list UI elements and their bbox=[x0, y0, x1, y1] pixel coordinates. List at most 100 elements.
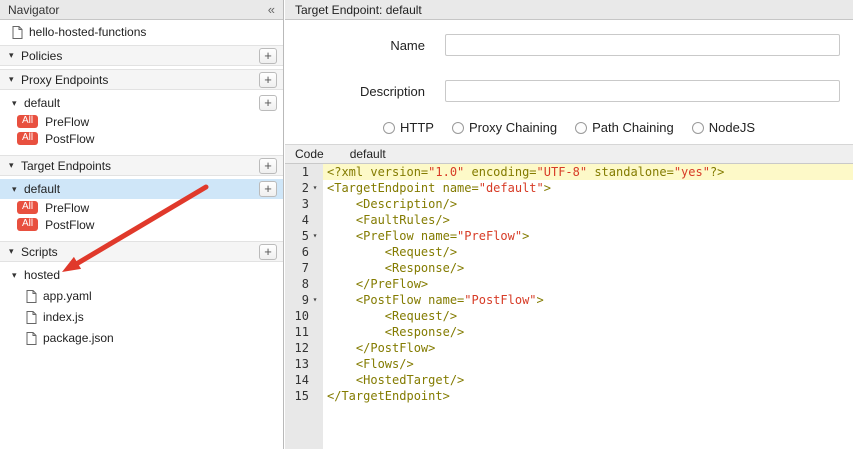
tree-item-hosted-folder[interactable]: ▾ hosted bbox=[0, 266, 283, 284]
code-line[interactable]: <PreFlow name="PreFlow"> bbox=[323, 228, 853, 244]
section-label: Proxy Endpoints bbox=[21, 73, 108, 87]
tree-item-bundle[interactable]: hello-hosted-functions bbox=[0, 22, 283, 42]
fold-toggle-icon[interactable]: ▾ bbox=[309, 180, 321, 196]
code-line[interactable]: </PreFlow> bbox=[323, 276, 853, 292]
code-line[interactable]: <?xml version="1.0" encoding="UTF-8" sta… bbox=[323, 164, 853, 180]
flow-label: PostFlow bbox=[45, 218, 94, 232]
endpoint-type-radios: HTTP Proxy Chaining Path Chaining NodeJS bbox=[285, 120, 853, 135]
radio-label: Proxy Chaining bbox=[469, 120, 557, 135]
line-number: 13 bbox=[285, 356, 309, 372]
collapse-panel-icon[interactable]: « bbox=[268, 3, 275, 16]
tree-item-target-endpoint-default[interactable]: ▾ default + bbox=[0, 179, 283, 199]
add-target-endpoint-button[interactable]: + bbox=[259, 158, 277, 174]
section-label: Policies bbox=[21, 49, 62, 63]
code-line[interactable]: <HostedTarget/> bbox=[323, 372, 853, 388]
fold-toggle-icon bbox=[309, 164, 321, 180]
code-line[interactable]: <FaultRules/> bbox=[323, 212, 853, 228]
radio-proxy-chaining[interactable]: Proxy Chaining bbox=[452, 120, 557, 135]
code-line[interactable]: <PostFlow name="PostFlow"> bbox=[323, 292, 853, 308]
file-icon bbox=[26, 290, 37, 303]
gutter-line: 3 bbox=[285, 196, 323, 212]
tree-item-file-index-js[interactable]: index.js bbox=[0, 308, 283, 326]
radio-button-icon bbox=[692, 122, 704, 134]
flow-label: PreFlow bbox=[45, 201, 89, 215]
add-policy-button[interactable]: + bbox=[259, 48, 277, 64]
tree-item-proxy-preflow[interactable]: All PreFlow bbox=[0, 113, 283, 130]
code-editor[interactable]: 12▾345▾6789▾101112131415 <?xml version="… bbox=[285, 164, 853, 449]
radio-nodejs[interactable]: NodeJS bbox=[692, 120, 755, 135]
radio-label: HTTP bbox=[400, 120, 434, 135]
code-line[interactable]: <Response/> bbox=[323, 324, 853, 340]
radio-button-icon bbox=[452, 122, 464, 134]
description-input[interactable] bbox=[445, 80, 840, 102]
add-proxy-flow-button[interactable]: + bbox=[259, 95, 277, 111]
section-scripts[interactable]: ▾ Scripts + bbox=[0, 241, 283, 262]
name-label: Name bbox=[285, 38, 425, 53]
radio-path-chaining[interactable]: Path Chaining bbox=[575, 120, 674, 135]
code-line[interactable]: </TargetEndpoint> bbox=[323, 388, 853, 404]
code-line[interactable]: <Request/> bbox=[323, 244, 853, 260]
fold-toggle-icon bbox=[309, 340, 321, 356]
code-line[interactable]: <Response/> bbox=[323, 260, 853, 276]
line-number: 2 bbox=[285, 180, 309, 196]
fold-toggle-icon bbox=[309, 324, 321, 340]
code-line[interactable]: <Flows/> bbox=[323, 356, 853, 372]
gutter-line: 9▾ bbox=[285, 292, 323, 308]
panel-title: Target Endpoint: default bbox=[285, 0, 853, 20]
code-line[interactable]: <Request/> bbox=[323, 308, 853, 324]
gutter-line: 14 bbox=[285, 372, 323, 388]
fold-toggle-icon bbox=[309, 372, 321, 388]
add-target-flow-button[interactable]: + bbox=[259, 181, 277, 197]
code-line[interactable]: </PostFlow> bbox=[323, 340, 853, 356]
gutter-line: 4 bbox=[285, 212, 323, 228]
line-number: 4 bbox=[285, 212, 309, 228]
gutter-line: 13 bbox=[285, 356, 323, 372]
line-number: 6 bbox=[285, 244, 309, 260]
section-policies[interactable]: ▾ Policies + bbox=[0, 45, 283, 66]
tree-item-proxy-postflow[interactable]: All PostFlow bbox=[0, 130, 283, 147]
folder-name: hosted bbox=[24, 268, 60, 282]
tree-item-proxy-endpoint-default[interactable]: ▾ default + bbox=[0, 93, 283, 113]
gutter-line: 5▾ bbox=[285, 228, 323, 244]
condition-badge: All bbox=[17, 201, 38, 214]
code-line[interactable]: <TargetEndpoint name="default"> bbox=[323, 180, 853, 196]
section-proxy-endpoints[interactable]: ▾ Proxy Endpoints + bbox=[0, 69, 283, 90]
gutter-line: 15 bbox=[285, 388, 323, 404]
line-number: 12 bbox=[285, 340, 309, 356]
endpoint-name: default bbox=[24, 96, 60, 110]
radio-button-icon bbox=[575, 122, 587, 134]
fold-toggle-icon bbox=[309, 276, 321, 292]
fold-toggle-icon[interactable]: ▾ bbox=[309, 228, 321, 244]
section-target-endpoints[interactable]: ▾ Target Endpoints + bbox=[0, 155, 283, 176]
code-tab-label[interactable]: Code bbox=[295, 147, 324, 161]
tree-item-target-preflow[interactable]: All PreFlow bbox=[0, 199, 283, 216]
gutter-line: 10 bbox=[285, 308, 323, 324]
proxy-editor-window: Navigator « hello-hosted-functions ▾ Pol… bbox=[0, 0, 853, 449]
code-file-name: default bbox=[350, 147, 386, 161]
file-icon bbox=[12, 26, 23, 39]
line-number: 3 bbox=[285, 196, 309, 212]
condition-badge: All bbox=[17, 132, 38, 145]
tree-item-file-app-yaml[interactable]: app.yaml bbox=[0, 287, 283, 305]
navigator-panel: Navigator « hello-hosted-functions ▾ Pol… bbox=[0, 0, 284, 449]
line-number: 11 bbox=[285, 324, 309, 340]
fold-toggle-icon[interactable]: ▾ bbox=[309, 292, 321, 308]
fold-toggle-icon bbox=[309, 260, 321, 276]
gutter-line: 7 bbox=[285, 260, 323, 276]
radio-http[interactable]: HTTP bbox=[383, 120, 434, 135]
fold-toggle-icon bbox=[309, 244, 321, 260]
line-number: 1 bbox=[285, 164, 309, 180]
caret-down-icon: ▾ bbox=[9, 160, 21, 171]
add-proxy-endpoint-button[interactable]: + bbox=[259, 72, 277, 88]
description-label: Description bbox=[285, 84, 425, 99]
name-input[interactable] bbox=[445, 34, 840, 56]
bundle-name: hello-hosted-functions bbox=[29, 25, 146, 39]
tree-item-target-postflow[interactable]: All PostFlow bbox=[0, 216, 283, 233]
code-line[interactable]: <Description/> bbox=[323, 196, 853, 212]
radio-label: Path Chaining bbox=[592, 120, 674, 135]
condition-badge: All bbox=[17, 115, 38, 128]
code-lines[interactable]: <?xml version="1.0" encoding="UTF-8" sta… bbox=[323, 164, 853, 449]
tree-item-file-package-json[interactable]: package.json bbox=[0, 329, 283, 347]
caret-down-icon: ▾ bbox=[9, 50, 21, 61]
add-script-button[interactable]: + bbox=[259, 244, 277, 260]
